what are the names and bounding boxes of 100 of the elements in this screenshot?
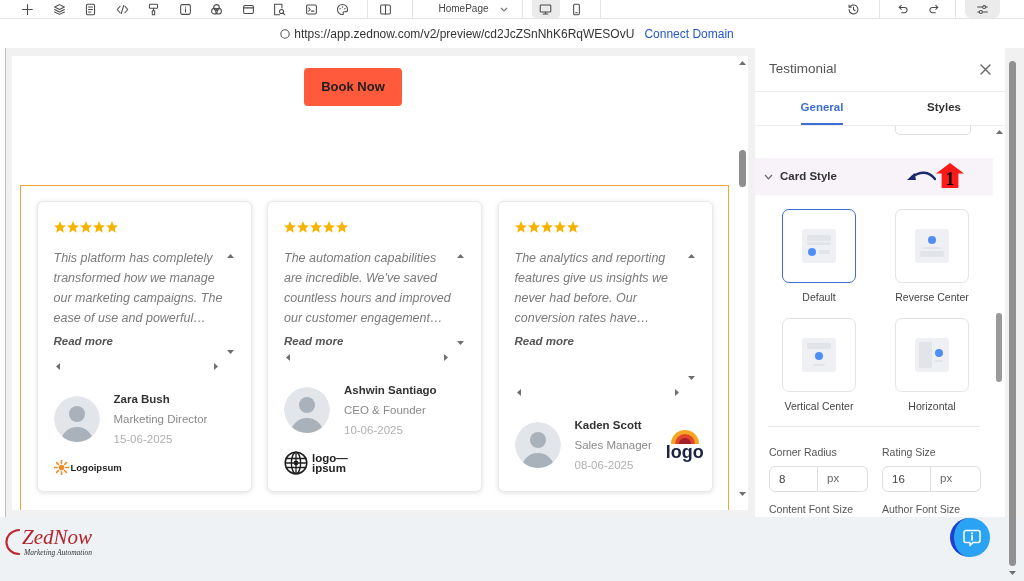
palette-icon[interactable] xyxy=(336,2,349,16)
scroll-up-icon[interactable] xyxy=(687,253,695,258)
layout-preview-icon xyxy=(915,338,949,372)
author-role: CEO & Founder xyxy=(344,402,427,418)
arch-logo-icon xyxy=(669,428,700,444)
scroll-down-icon[interactable] xyxy=(687,375,695,380)
terminal-icon[interactable] xyxy=(304,2,318,16)
book-now-button[interactable]: Book Now xyxy=(304,68,402,106)
undo-icon[interactable] xyxy=(896,2,909,16)
review-date: 15-06-2025 xyxy=(113,431,174,447)
field-label: Rating Size xyxy=(882,446,937,458)
settings-button[interactable] xyxy=(965,0,1000,18)
layout-preview-icon xyxy=(915,229,949,263)
option-label: Horizontal xyxy=(908,399,956,413)
number-input[interactable]: 16 xyxy=(882,466,931,492)
desktop-icon xyxy=(539,2,553,16)
page-search-icon[interactable] xyxy=(273,2,286,16)
review-date: 10-06-2025 xyxy=(344,422,404,438)
star-icon xyxy=(105,220,118,233)
scrollbar-thumb[interactable] xyxy=(738,150,746,187)
scroll-up-icon[interactable] xyxy=(457,253,464,258)
scroll-up-icon[interactable] xyxy=(738,61,746,65)
window-icon[interactable] xyxy=(241,2,255,16)
panel-title: Testimonial xyxy=(769,60,837,79)
star-icon xyxy=(566,220,579,233)
logo-wordmark: logo— ipsum xyxy=(312,452,348,473)
sun-logo-icon xyxy=(53,459,69,475)
field-label: Content Font Size xyxy=(769,503,855,515)
code-icon[interactable] xyxy=(115,2,129,16)
star-icon xyxy=(79,220,92,233)
chat-help-button[interactable] xyxy=(950,518,990,557)
sliders-icon xyxy=(976,2,989,16)
star-icon xyxy=(540,220,553,233)
logo-wordmark: logo xyxy=(665,443,704,461)
info-square-icon[interactable] xyxy=(178,2,192,16)
avatar-placeholder xyxy=(53,395,100,442)
scrollbar-thumb[interactable] xyxy=(996,313,1002,382)
scroll-down-icon[interactable] xyxy=(226,349,234,354)
swoosh-ring-icon xyxy=(5,527,21,556)
star-icon xyxy=(323,220,335,233)
star-icon xyxy=(336,220,348,233)
testimonial-quote: The automation capabilities are incredible. We've saved countless hours and improved our customer engagement… xyxy=(284,249,452,327)
star-icon xyxy=(284,220,296,233)
field-label: Author Font Size xyxy=(882,503,962,515)
circles-icon[interactable] xyxy=(210,2,223,16)
option-label: Default xyxy=(802,290,836,304)
redo-icon[interactable] xyxy=(928,2,941,16)
desktop-view-button[interactable] xyxy=(531,0,560,18)
layers-icon[interactable] xyxy=(52,2,66,16)
read-more-link[interactable]: Read more xyxy=(53,333,113,348)
scroll-right-icon[interactable] xyxy=(444,353,448,361)
unit-label: px xyxy=(818,466,868,492)
layout-preview-icon xyxy=(802,338,836,372)
star-icon xyxy=(66,220,79,233)
card-style-option[interactable] xyxy=(782,209,856,283)
author-role: Marketing Director xyxy=(113,411,208,427)
page-url: https://app.zednow.com/v2/preview/cd2JcZSnNhK6RqWESOvU xyxy=(294,25,635,43)
scrollbar-thumb[interactable] xyxy=(1009,61,1016,566)
author-role: Sales Manager xyxy=(574,437,652,453)
testimonial-quote: This platform has completely transformed how we manage our marketing campaigns. The ease of use and powerful… xyxy=(53,249,224,327)
number-input[interactable]: 8 xyxy=(769,466,818,492)
scroll-left-icon[interactable] xyxy=(286,353,290,361)
columns-icon[interactable] xyxy=(379,2,392,16)
option-label: Vertical Center xyxy=(784,399,854,413)
field-label: Corner Radius xyxy=(769,446,838,458)
history-icon[interactable] xyxy=(847,2,860,16)
scroll-down-icon[interactable] xyxy=(1009,571,1016,575)
read-more-link[interactable]: Read more xyxy=(514,333,574,348)
document-icon[interactable] xyxy=(84,2,97,16)
scroll-left-icon[interactable] xyxy=(55,362,60,370)
author-name: Ashwin Santiago xyxy=(344,382,437,398)
star-icon xyxy=(553,220,566,233)
scroll-right-icon[interactable] xyxy=(674,388,679,396)
brush-icon[interactable] xyxy=(147,2,160,16)
panel-tab[interactable]: Styles xyxy=(927,92,961,125)
star-icon xyxy=(53,220,66,233)
input-field[interactable] xyxy=(895,126,971,135)
scroll-up-icon[interactable] xyxy=(226,253,234,258)
info-bubble-icon xyxy=(962,527,982,548)
scroll-left-icon[interactable] xyxy=(516,388,521,396)
author-name: Kaden Scott xyxy=(574,417,643,433)
scroll-down-icon[interactable] xyxy=(738,492,746,496)
scroll-up-icon[interactable] xyxy=(995,130,1003,134)
author-name: Zara Bush xyxy=(113,391,171,407)
review-date: 08-06-2025 xyxy=(574,457,635,473)
close-icon[interactable] xyxy=(980,64,991,75)
star-icon xyxy=(92,220,105,233)
plus-icon[interactable] xyxy=(21,2,34,16)
page-selector[interactable]: HomePage xyxy=(438,4,508,14)
read-more-link[interactable]: Read more xyxy=(284,333,344,348)
unit-label: px xyxy=(931,466,981,492)
logo-wordmark: Logoipsum xyxy=(70,461,122,473)
connect-domain-link[interactable]: Connect Domain xyxy=(644,24,734,43)
star-icon xyxy=(297,220,309,233)
testimonial-quote: The analytics and reporting features give us insights we never had before. Our conversion rates have… xyxy=(514,249,670,327)
panel-tab[interactable]: General xyxy=(800,92,844,125)
scroll-down-icon[interactable] xyxy=(457,340,464,345)
curved-arrow-icon xyxy=(906,169,936,182)
scroll-right-icon[interactable] xyxy=(213,362,218,370)
avatar-placeholder xyxy=(284,386,330,433)
